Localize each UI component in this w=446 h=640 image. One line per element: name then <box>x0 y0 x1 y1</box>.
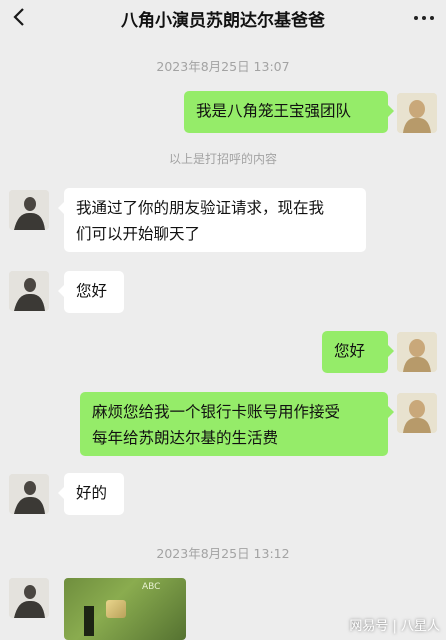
card-chip-icon <box>106 600 126 618</box>
avatar-image <box>397 93 437 133</box>
avatar-image <box>397 393 437 433</box>
chevron-left-icon <box>13 8 24 26</box>
avatar-image <box>397 332 437 372</box>
message-bubble-received[interactable]: 我通过了你的朋友验证请求，现在我 们可以开始聊天了 <box>58 188 366 252</box>
message-bubble-received[interactable]: 好的 <box>58 473 124 515</box>
message-text-line: 每年给苏朗达尔基的生活费 <box>92 429 279 447</box>
timestamp: 2023年8月25日 13:12 <box>156 546 290 561</box>
chat-header: 八角小演员苏朗达尔基爸爸 <box>0 0 446 36</box>
card-logo-text: ABC <box>142 582 161 592</box>
card-shadow <box>84 606 94 636</box>
message-text: 您好 <box>334 342 366 360</box>
message-bubble-received[interactable]: 您好 <box>58 271 124 313</box>
timestamp: 2023年8月25日 13:07 <box>156 59 290 74</box>
avatar-image <box>9 474 49 514</box>
message-bubble-sent[interactable]: 我是八角笼王宝强团队 <box>184 91 394 133</box>
message-text: 我是八角笼王宝强团队 <box>196 102 352 120</box>
message-text-line: 们可以开始聊天了 <box>76 225 201 243</box>
more-options-button[interactable] <box>414 15 434 21</box>
message-text-line: 我通过了你的朋友验证请求，现在我 <box>76 199 325 217</box>
message-text-line: 麻烦您给我一个银行卡账号用作接受 <box>92 403 341 421</box>
contact-avatar[interactable] <box>9 578 49 618</box>
my-avatar[interactable] <box>397 93 437 133</box>
message-text: 您好 <box>76 282 108 300</box>
image-message-bank-card[interactable]: ABC <box>64 578 186 640</box>
avatar-image <box>9 578 49 618</box>
contact-avatar[interactable] <box>9 190 49 230</box>
contact-avatar[interactable] <box>9 271 49 311</box>
message-text: 好的 <box>76 484 108 502</box>
contact-avatar[interactable] <box>9 474 49 514</box>
back-button[interactable] <box>8 6 30 28</box>
more-dots-icon <box>414 16 418 20</box>
message-bubble-sent[interactable]: 您好 <box>322 331 394 373</box>
chat-title: 八角小演员苏朗达尔基爸爸 <box>121 11 325 31</box>
avatar-image <box>9 271 49 311</box>
message-bubble-sent[interactable]: 麻烦您给我一个银行卡账号用作接受 每年给苏朗达尔基的生活费 <box>80 392 394 456</box>
avatar-image <box>9 190 49 230</box>
watermark: 网易号 | 八星人 <box>349 619 440 634</box>
system-notice: 以上是打招呼的内容 <box>168 152 277 166</box>
my-avatar[interactable] <box>397 332 437 372</box>
my-avatar[interactable] <box>397 393 437 433</box>
